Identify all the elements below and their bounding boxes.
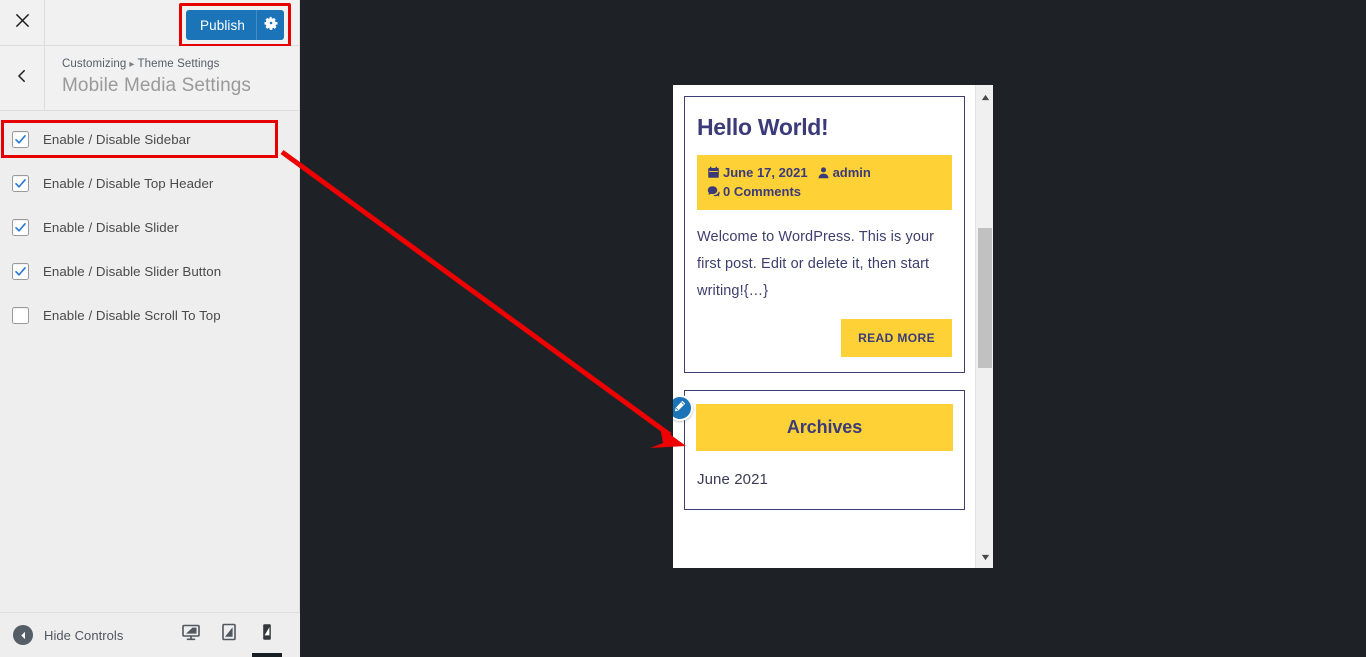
post-excerpt: Welcome to WordPress. This is your first… bbox=[697, 229, 935, 299]
check-icon bbox=[15, 266, 26, 276]
mobile-preview-frame: Hello World! June 17, 2021 admin 0 Comme… bbox=[673, 85, 993, 568]
scrollbar-down-button[interactable] bbox=[976, 548, 994, 565]
device-button-mobile[interactable] bbox=[248, 612, 286, 657]
check-icon bbox=[15, 178, 26, 188]
triangle-down-icon bbox=[981, 548, 990, 566]
device-button-desktop[interactable] bbox=[172, 612, 210, 657]
control-enable-disable-top-header[interactable]: Enable / Disable Top Header bbox=[0, 169, 299, 197]
edit-widget-shortcut-button[interactable] bbox=[673, 395, 693, 421]
hide-controls-button[interactable]: Hide Controls bbox=[13, 625, 123, 645]
post-date-text: June 17, 2021 bbox=[723, 165, 808, 180]
preview-scrollbar[interactable] bbox=[975, 85, 993, 568]
mobile-icon bbox=[257, 622, 277, 647]
control-enable-disable-scroll-to-top[interactable]: Enable / Disable Scroll To Top bbox=[0, 301, 299, 329]
scrollbar-thumb[interactable] bbox=[978, 228, 992, 368]
control-enable-disable-slider-button[interactable]: Enable / Disable Slider Button bbox=[0, 257, 299, 285]
post-card: Hello World! June 17, 2021 admin 0 Comme… bbox=[684, 96, 965, 373]
user-icon bbox=[817, 163, 833, 182]
checkbox-enable-disable-scroll-to-top[interactable] bbox=[12, 306, 29, 324]
back-button[interactable] bbox=[0, 46, 45, 110]
control-label: Enable / Disable Sidebar bbox=[43, 131, 191, 147]
archives-widget: Archives June 2021 bbox=[673, 390, 965, 510]
desktop-icon bbox=[181, 622, 201, 647]
post-author-text: admin bbox=[832, 165, 871, 180]
publish-settings-button[interactable] bbox=[256, 10, 284, 40]
control-label: Enable / Disable Scroll To Top bbox=[43, 307, 221, 323]
customizer-section-header: Customizing ▸ Theme Settings Mobile Media … bbox=[0, 46, 299, 111]
post-date: June 17, 2021 bbox=[707, 163, 808, 182]
preview-stage: Hello World! June 17, 2021 admin 0 Comme… bbox=[301, 0, 1366, 657]
control-label: Enable / Disable Slider bbox=[43, 219, 179, 235]
pencil-edit-icon bbox=[674, 399, 686, 417]
collapse-left-icon bbox=[13, 625, 33, 645]
page-title: Mobile Media Settings bbox=[62, 75, 252, 96]
device-preview-switcher bbox=[172, 612, 286, 657]
control-label: Enable / Disable Slider Button bbox=[43, 263, 222, 279]
control-enable-disable-slider[interactable]: Enable / Disable Slider bbox=[0, 213, 299, 241]
publish-button[interactable]: Publish bbox=[186, 10, 284, 40]
checkbox-enable-disable-sidebar[interactable] bbox=[12, 130, 29, 148]
breadcrumb-section[interactable]: Theme Settings bbox=[138, 58, 220, 70]
check-icon bbox=[15, 222, 26, 232]
customizer-panel: Publish Customizing ▸ Theme Settings Mob… bbox=[0, 0, 300, 657]
preview-site-content: Hello World! June 17, 2021 admin 0 Comme… bbox=[673, 85, 975, 568]
gear-icon bbox=[263, 16, 278, 35]
post-meta: June 17, 2021 admin 0 Comments bbox=[697, 155, 952, 210]
customizer-topbar: Publish bbox=[0, 0, 299, 47]
calendar-icon bbox=[707, 163, 723, 182]
check-icon bbox=[15, 134, 26, 144]
post-comments-text: 0 Comments bbox=[723, 184, 802, 199]
controls-list: Enable / Disable Sidebar Enable / Disabl… bbox=[0, 111, 299, 329]
widget-title: Archives bbox=[696, 404, 953, 451]
triangle-up-icon bbox=[981, 88, 990, 106]
publish-button-label: Publish bbox=[200, 17, 245, 33]
widget-list-item[interactable]: June 2021 bbox=[696, 471, 953, 488]
customizer-footer: Hide Controls bbox=[0, 612, 300, 657]
post-author: admin bbox=[817, 163, 871, 182]
read-more-button[interactable]: READ MORE bbox=[841, 319, 952, 357]
section-header-text: Customizing ▸ Theme Settings Mobile Media … bbox=[45, 46, 251, 110]
control-enable-disable-sidebar[interactable]: Enable / Disable Sidebar bbox=[0, 120, 299, 158]
checkbox-enable-disable-slider[interactable] bbox=[12, 218, 29, 236]
customizer-screen: Publish Customizing ▸ Theme Settings Mob… bbox=[0, 0, 1366, 657]
device-button-tablet[interactable] bbox=[210, 612, 248, 657]
checkbox-enable-disable-top-header[interactable] bbox=[12, 174, 29, 192]
breadcrumb-root[interactable]: Customizing bbox=[62, 58, 126, 70]
hide-controls-label: Hide Controls bbox=[44, 627, 124, 643]
close-customizer-button[interactable] bbox=[0, 0, 45, 45]
tablet-icon bbox=[219, 622, 239, 647]
breadcrumb: Customizing ▸ Theme Settings bbox=[62, 57, 251, 72]
comments-icon bbox=[707, 182, 723, 201]
post-title[interactable]: Hello World! bbox=[697, 113, 952, 141]
post-comments: 0 Comments bbox=[707, 182, 801, 201]
publish-highlight-box: Publish bbox=[179, 3, 291, 47]
chevron-left-icon bbox=[15, 69, 29, 88]
checkbox-enable-disable-slider-button[interactable] bbox=[12, 262, 29, 280]
control-label: Enable / Disable Top Header bbox=[43, 175, 214, 191]
close-icon bbox=[15, 13, 30, 33]
breadcrumb-separator-icon: ▸ bbox=[129, 59, 135, 70]
scrollbar-up-button[interactable] bbox=[976, 88, 994, 105]
